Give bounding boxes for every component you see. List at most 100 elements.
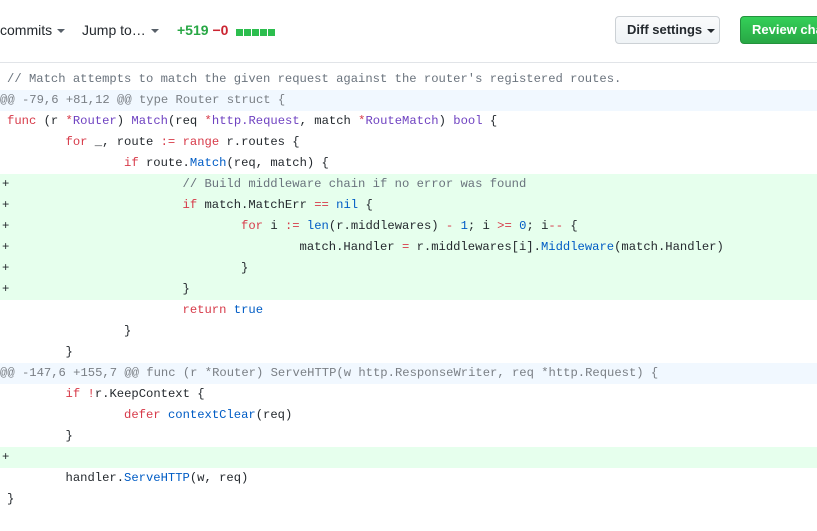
code-token: Match — [189, 156, 227, 170]
diffstat-blocks-icon — [236, 23, 276, 39]
code-text: match.Handler = r.middlewares[i].Middlew… — [7, 237, 724, 258]
chevron-down-icon — [707, 28, 716, 33]
code-text: @@ -147,6 +155,7 @@ func (r *Router) Ser… — [0, 363, 658, 384]
code-text: } — [7, 258, 248, 279]
code-token: handler. — [7, 471, 125, 485]
code-text: if !r.KeepContext { — [7, 384, 205, 405]
code-token: := — [284, 219, 300, 233]
code-token: @@ -79,6 +81,12 @@ type Router struct { — [0, 93, 286, 107]
context-line: handler.ServeHTTP(w, req) — [0, 468, 817, 489]
context-line: } — [0, 342, 817, 363]
code-text: } — [7, 426, 73, 447]
context-line: for _, route := range r.routes { — [0, 132, 817, 153]
review-changes-label: Review changes — [752, 22, 817, 37]
diff-view: // Match attempts to match the given req… — [0, 69, 817, 510]
commits-label: commits — [0, 22, 53, 38]
code-token: r.routes { — [219, 135, 300, 149]
code-token: nil — [336, 198, 359, 212]
additions-count: +519 — [177, 22, 209, 38]
code-token: } — [7, 429, 73, 443]
review-changes-button[interactable]: Review changes — [740, 16, 817, 44]
code-text: for i := len(r.middlewares) - 1; i >= 0;… — [7, 216, 578, 237]
code-token: } — [7, 345, 73, 359]
added-line: + if match.MatchErr == nil { — [0, 195, 817, 216]
diff-settings-button[interactable]: Diff settings — [615, 16, 720, 44]
code-text: return true — [7, 300, 263, 321]
code-token: bool — [453, 114, 483, 128]
code-token: (req — [167, 114, 205, 128]
code-token: i — [263, 219, 285, 233]
code-token: for — [65, 135, 88, 149]
diff-settings-label: Diff settings — [627, 22, 703, 37]
code-token: == — [314, 198, 329, 212]
code-token: Router — [72, 114, 117, 128]
chevron-down-icon — [150, 29, 159, 34]
code-text: defer contextClear(req) — [7, 405, 292, 426]
jump-to-dropdown[interactable]: Jump to… — [82, 22, 159, 38]
code-token: contextClear — [167, 408, 256, 422]
code-token: if — [124, 156, 139, 170]
code-token: (r.middlewares) — [328, 219, 446, 233]
code-token: if — [182, 198, 198, 212]
code-token: -- — [548, 219, 564, 233]
context-line: if !r.KeepContext { — [0, 384, 817, 405]
code-text: handler.ServeHTTP(w, req) — [7, 468, 249, 489]
code-token: ; i — [526, 219, 549, 233]
added-line: + } — [0, 279, 817, 300]
added-line: + for i := len(r.middlewares) - 1; i >= … — [0, 216, 817, 237]
code-token: len — [306, 219, 329, 233]
code-token: } — [7, 261, 249, 275]
code-token: range — [182, 135, 220, 149]
code-token: (r — [36, 114, 66, 128]
context-line: if route.Match(req, match) { — [0, 153, 817, 174]
context-line: } — [0, 489, 817, 510]
context-line: } — [0, 321, 817, 342]
code-text: if route.Match(req, match) { — [7, 153, 329, 174]
commits-dropdown[interactable]: commits — [0, 22, 66, 38]
code-token: ServeHTTP — [124, 471, 190, 485]
code-token: http.Request — [211, 114, 300, 128]
code-token: RouteMatch — [365, 114, 439, 128]
code-token: { — [482, 114, 498, 128]
code-token: for — [241, 219, 263, 233]
code-token: if — [65, 387, 81, 401]
added-line: + — [0, 447, 817, 468]
code-text: } — [7, 489, 14, 510]
deletions-count: −0 — [212, 22, 229, 38]
code-token: route. — [138, 156, 190, 170]
code-token: defer — [124, 408, 161, 422]
code-text: // Match attempts to match the given req… — [7, 69, 621, 90]
code-text: } — [7, 279, 190, 300]
diffstat: +519 −0 — [177, 22, 276, 39]
code-token: * — [204, 114, 212, 128]
code-token: (match.Handler) — [614, 240, 724, 254]
code-text: // Build middleware chain if no error wa… — [7, 174, 527, 195]
code-text: if match.MatchErr == nil { — [7, 195, 373, 216]
context-line: defer contextClear(req) — [0, 405, 817, 426]
added-line: + match.Handler = r.middlewares[i].Middl… — [0, 237, 817, 258]
code-token: } — [7, 324, 132, 338]
chevron-down-icon — [57, 29, 66, 34]
context-line: func (r *Router) Match(req *http.Request… — [0, 111, 817, 132]
context-line: } — [0, 426, 817, 447]
context-line: return true — [0, 300, 817, 321]
code-token: { — [563, 219, 578, 233]
code-text: } — [7, 321, 131, 342]
code-token: // Build middleware chain if no error wa… — [182, 177, 527, 191]
code-token: Middleware — [540, 240, 615, 254]
code-token: // Match attempts to match the given req… — [7, 72, 622, 86]
code-token: , match — [299, 114, 359, 128]
code-token: (req, match) { — [226, 156, 329, 170]
code-token: { — [358, 198, 373, 212]
code-text: func (r *Router) Match(req *http.Request… — [7, 111, 497, 132]
code-token: >= — [497, 219, 512, 233]
